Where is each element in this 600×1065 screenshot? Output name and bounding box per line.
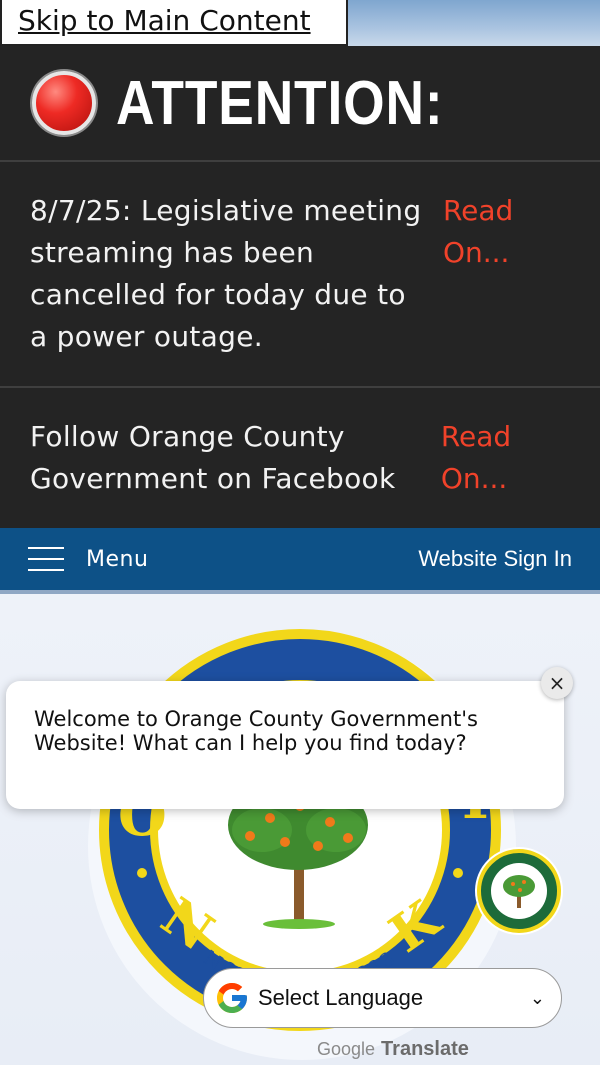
attention-header: ATTENTION: xyxy=(0,46,600,162)
attention-title: ATTENTION: xyxy=(116,68,444,138)
attention-banner: ATTENTION: 8/7/25: Legislative meeting s… xyxy=(0,46,600,528)
google-translate-credit: Google Translate xyxy=(317,1036,469,1062)
translate-label: Translate xyxy=(381,1037,469,1060)
google-wordmark: Google xyxy=(317,1038,376,1059)
hamburger-icon[interactable] xyxy=(28,547,64,571)
chat-message: Welcome to Orange County Government's We… xyxy=(34,707,478,755)
read-on-link[interactable]: Read On... xyxy=(431,190,570,386)
read-on-link[interactable]: Read On... xyxy=(429,416,570,526)
website-sign-in-link[interactable]: Website Sign In xyxy=(418,546,572,572)
alert-dot-icon xyxy=(32,71,96,135)
select-language-label: Select Language xyxy=(258,985,424,1010)
main-nav-bar: Menu Website Sign In xyxy=(0,528,600,590)
chat-welcome-bubble[interactable]: Welcome to Orange County Government's We… xyxy=(6,681,564,809)
alert-item: Follow Orange County Government on Faceb… xyxy=(0,388,600,526)
alert-text: 8/7/25: Legislative meeting streaming ha… xyxy=(30,194,422,353)
select-language-dropdown[interactable]: Select Language ⌄ xyxy=(203,968,562,1028)
skip-to-main-link[interactable]: Skip to Main Content xyxy=(0,0,348,46)
google-g-icon xyxy=(217,983,247,1013)
alert-item: 8/7/25: Legislative meeting streaming ha… xyxy=(0,162,600,388)
alert-text: Follow Orange County Government on Faceb… xyxy=(30,420,396,495)
county-badge-icon xyxy=(475,847,563,935)
close-icon[interactable]: × xyxy=(541,667,573,699)
menu-button[interactable]: Menu xyxy=(86,547,148,572)
chevron-down-icon: ⌄ xyxy=(529,987,545,1009)
